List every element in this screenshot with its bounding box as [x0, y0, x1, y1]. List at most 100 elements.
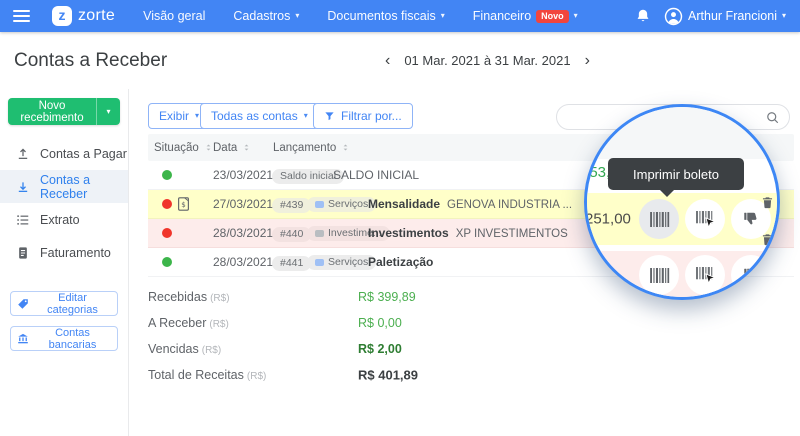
chevron-down-icon: ▾	[782, 12, 786, 20]
summary-unit: (R$)	[210, 293, 229, 304]
badge-label: #439	[280, 200, 303, 211]
new-receipt-dropdown-button[interactable]: ▾	[96, 98, 120, 125]
delete-row-icon[interactable]	[761, 233, 774, 246]
summary-value: R$ 399,89	[358, 290, 416, 304]
category-badge: Serviços	[307, 197, 376, 213]
summary-label: A Receber(R$)	[148, 316, 229, 330]
row-date: 27/03/2021	[213, 197, 273, 211]
menu-icon[interactable]	[13, 10, 30, 22]
summary-row: Recebidas(R$) R$ 399,89	[148, 284, 478, 310]
barcode-send-icon	[695, 211, 716, 228]
print-boleto-tooltip: Imprimir boleto	[608, 158, 744, 190]
magnified-value: 251,00	[585, 211, 631, 228]
reference-badge: #440	[272, 227, 311, 243]
badge-label: #440	[280, 229, 303, 240]
nav-financeiro[interactable]: FinanceiroNovo▾	[473, 9, 578, 23]
row-title: Mensalidade	[368, 197, 440, 211]
sort-icon	[204, 143, 213, 152]
sidebar-item-faturamento[interactable]: Faturamento	[0, 236, 128, 269]
column-header-lancamento[interactable]: Lançamento	[273, 142, 350, 154]
row-description: SALDO INICIAL	[333, 168, 419, 182]
chevron-down-icon: ▾	[304, 112, 308, 120]
date-range-label[interactable]: 01 Mar. 2021 à 31 Mar. 2021	[404, 53, 570, 68]
row-title: Paletização	[368, 255, 433, 269]
button-label: Contas bancarias	[34, 327, 111, 351]
tag-icon	[315, 230, 324, 237]
edit-categories-button[interactable]: Editar categorias	[10, 291, 118, 316]
nav-cadastros[interactable]: Cadastros▾	[233, 9, 299, 23]
sidebar-item-contas-a-receber[interactable]: Contas a Receber	[0, 170, 128, 203]
summary-value: R$ 2,00	[358, 342, 402, 356]
summary-unit: (R$)	[247, 371, 266, 382]
document-icon	[16, 246, 30, 260]
filter-funnel-icon	[324, 111, 335, 122]
new-receipt-button[interactable]: Novo recebimento	[8, 98, 96, 125]
delete-row-icon[interactable]	[761, 196, 774, 209]
summary-unit: (R$)	[209, 319, 228, 330]
title-bar: Contas a Receber ‹ 01 Mar. 2021 à 31 Mar…	[0, 32, 800, 90]
nav-documentos-fiscais[interactable]: Documentos fiscais▾	[327, 9, 444, 23]
new-badge: Novo	[536, 10, 569, 23]
button-label: Filtrar por...	[341, 109, 402, 123]
upload-icon	[16, 147, 30, 161]
topbar-right: Arthur Francioni ▾	[635, 7, 800, 26]
status-dot	[162, 170, 172, 180]
summary-label: Recebidas(R$)	[148, 290, 230, 304]
column-header-situacao[interactable]: Situação	[154, 142, 213, 154]
barcode-send-icon	[695, 267, 716, 284]
sort-icon	[341, 143, 350, 152]
tag-icon	[17, 298, 29, 310]
top-navigation: Visão geral Cadastros▾ Documentos fiscai…	[143, 9, 578, 23]
notifications-bell-icon[interactable]	[635, 8, 651, 24]
nav-visao-geral[interactable]: Visão geral	[143, 9, 205, 23]
sidebar-menu: Contas a Pagar Contas a Receber Extrato …	[0, 137, 128, 269]
brand-logo[interactable]: z zorte	[52, 6, 115, 26]
thumbs-down-button[interactable]	[731, 255, 771, 295]
status-dot	[162, 228, 172, 238]
column-header-data[interactable]: Data	[213, 142, 251, 154]
badge-label: #441	[280, 258, 303, 269]
reference-badge: #441	[272, 256, 311, 272]
list-icon	[16, 213, 30, 227]
print-boleto-button[interactable]	[639, 255, 679, 295]
sidebar-item-label: Extrato	[40, 213, 80, 227]
sidebar-item-contas-a-pagar[interactable]: Contas a Pagar	[0, 137, 128, 170]
print-boleto-button[interactable]	[639, 199, 679, 239]
column-label: Situação	[154, 142, 199, 154]
bank-accounts-button[interactable]: Contas bancarias	[10, 326, 118, 351]
tag-icon	[315, 201, 324, 208]
invoice-icon	[176, 196, 191, 213]
badge-label: Serviços	[328, 257, 368, 268]
user-menu[interactable]: Arthur Francioni ▾	[664, 7, 786, 26]
send-boleto-button[interactable]	[685, 199, 725, 239]
button-label: Editar categorias	[34, 292, 111, 316]
next-period-button[interactable]: ›	[585, 53, 590, 69]
magnified-row-overdue: ,00	[584, 251, 780, 300]
row-date: 23/03/2021	[213, 168, 273, 182]
column-label: Data	[213, 142, 237, 154]
filter-by-button[interactable]: Filtrar por...	[313, 103, 413, 129]
tooltip-arrow	[660, 190, 674, 197]
topbar: z zorte Visão geral Cadastros▾ Documento…	[0, 0, 800, 32]
button-label: Exibir	[159, 109, 189, 123]
sort-icon	[595, 121, 608, 134]
badge-label: Saldo inicial	[280, 171, 336, 182]
sidebar-item-extrato[interactable]: Extrato	[0, 203, 128, 236]
chevron-down-icon: ▾	[574, 12, 578, 20]
date-range-nav: ‹ 01 Mar. 2021 à 31 Mar. 2021 ›	[385, 53, 590, 69]
reference-badge: #439	[272, 198, 311, 214]
row-title: Investimentos	[368, 226, 449, 240]
nav-label: Visão geral	[143, 9, 205, 23]
button-label: Todas as contas	[211, 109, 298, 123]
send-boleto-button[interactable]	[685, 255, 725, 295]
thumbs-down-icon	[743, 267, 760, 284]
barcode-icon	[649, 268, 670, 283]
accounts-filter-dropdown-button[interactable]: Todas as contas ▾	[200, 103, 319, 129]
summary-value: R$ 0,00	[358, 316, 402, 330]
chevron-down-icon: ▾	[295, 12, 299, 20]
prev-period-button[interactable]: ‹	[385, 53, 390, 69]
tag-icon	[315, 259, 324, 266]
barcode-icon	[649, 212, 670, 227]
badge-label: Serviços	[328, 199, 368, 210]
page-title: Contas a Receber	[14, 50, 167, 72]
